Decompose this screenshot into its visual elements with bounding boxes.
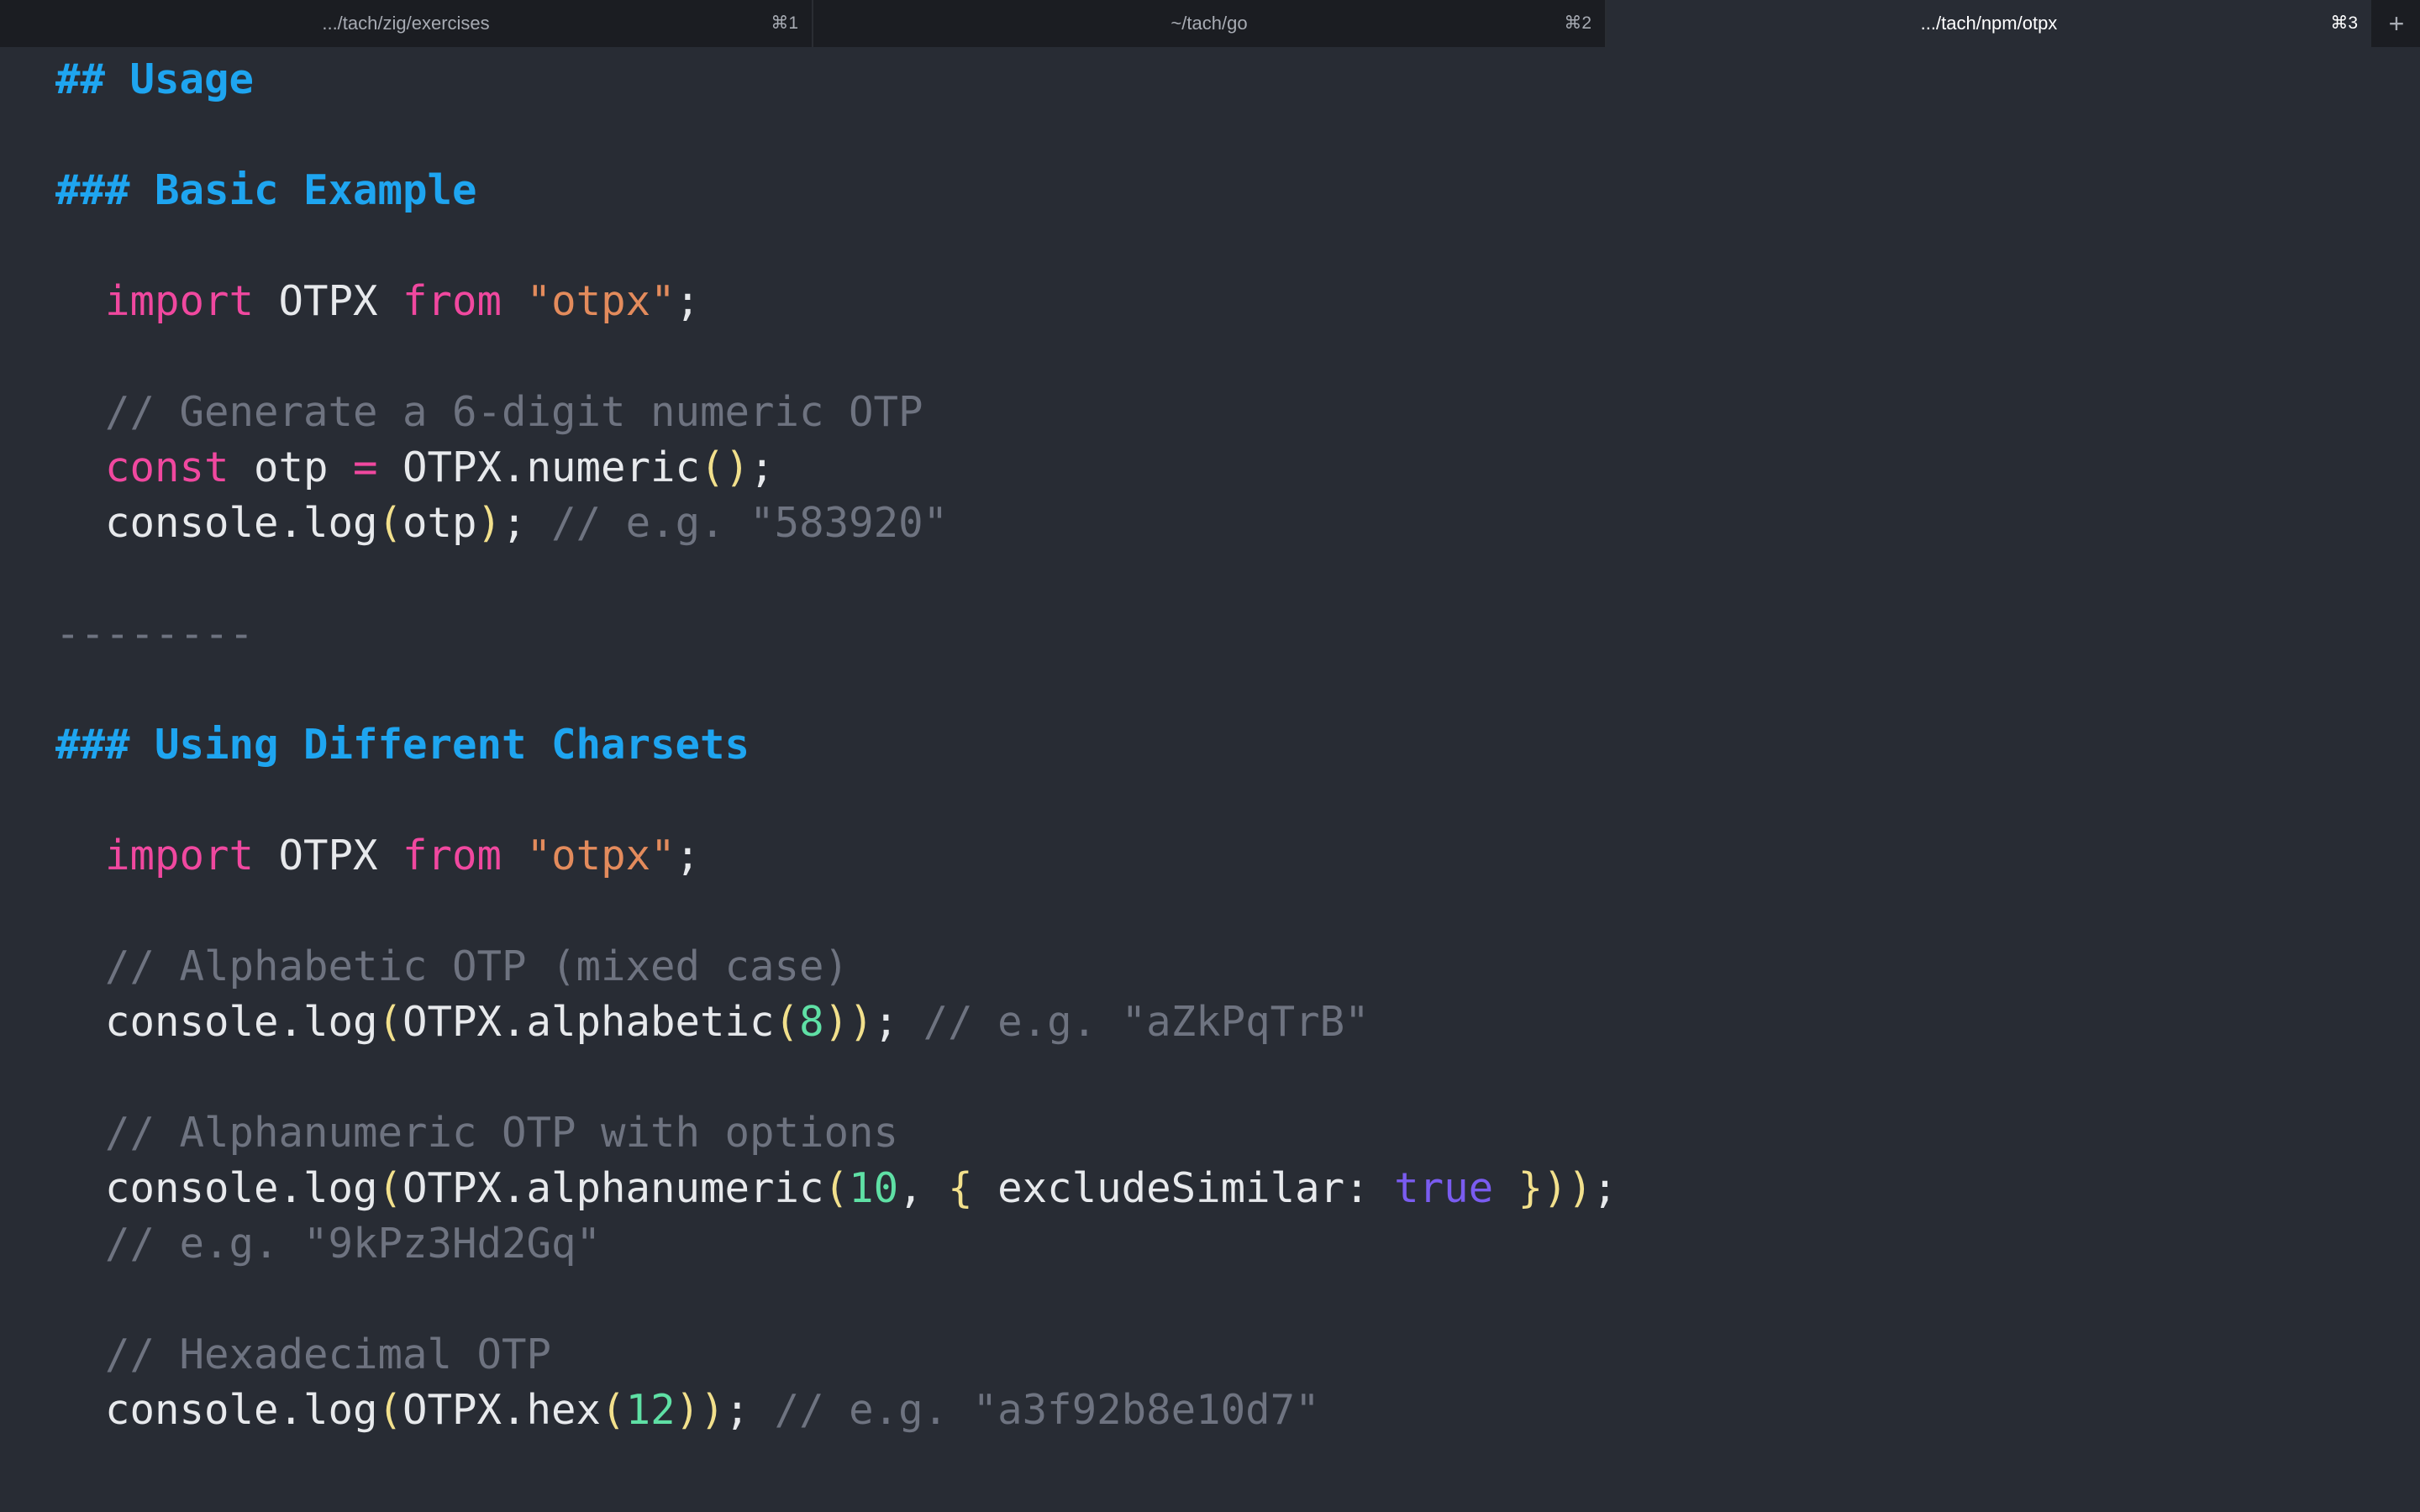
tab-npm-otpx-active[interactable]: .../tach/npm/otpx ⌘3: [1607, 0, 2373, 47]
tab-shortcut: ⌘2: [1564, 13, 1591, 33]
code-line-import: import OTPX from "otpx";: [105, 832, 701, 879]
tab-zig-exercises[interactable]: .../tach/zig/exercises ⌘1: [0, 0, 813, 47]
new-tab-button[interactable]: +: [2373, 0, 2420, 47]
tab-go[interactable]: ~/tach/go ⌘2: [813, 0, 1607, 47]
code-comment: // Alphabetic OTP (mixed case): [105, 942, 850, 990]
heading-basic-example: ### Basic Example: [55, 166, 477, 214]
code-line-hex: console.log(OTPX.hex(12)); // e.g. "a3f9…: [105, 1386, 1320, 1434]
tab-shortcut: ⌘3: [2330, 13, 2358, 33]
code-line-console-log: console.log(otp); // e.g. "583920": [105, 499, 949, 547]
tab-title: .../tach/zig/exercises: [322, 13, 490, 34]
tab-bar: .../tach/zig/exercises ⌘1 ~/tach/go ⌘2 .…: [0, 0, 2420, 48]
terminal-content[interactable]: ## Usage ### Basic Example import OTPX f…: [0, 47, 2420, 1512]
code-line-import: import OTPX from "otpx";: [105, 277, 701, 325]
code-comment: // Hexadecimal OTP: [105, 1331, 552, 1378]
horizontal-rule: --------: [55, 610, 255, 658]
code-line-alphanumeric: console.log(OTPX.alphanumeric(10, { excl…: [105, 1164, 1618, 1212]
heading-usage: ## Usage: [55, 55, 255, 103]
plus-icon: +: [2388, 8, 2405, 39]
code-comment: // e.g. "9kPz3Hd2Gq": [105, 1220, 602, 1268]
tab-title: .../tach/npm/otpx: [1920, 13, 2058, 34]
tab-title: ~/tach/go: [1171, 13, 1248, 34]
code-line-alphabetic: console.log(OTPX.alphabetic(8)); // e.g.…: [105, 998, 1370, 1046]
tab-shortcut: ⌘1: [771, 13, 798, 33]
code-comment: // Generate a 6-digit numeric OTP: [105, 388, 923, 436]
code-comment: // Alphanumeric OTP with options: [105, 1109, 899, 1157]
heading-using-different-charsets: ### Using Different Charsets: [55, 721, 750, 769]
code-line-const-otp: const otp = OTPX.numeric();: [105, 444, 775, 491]
